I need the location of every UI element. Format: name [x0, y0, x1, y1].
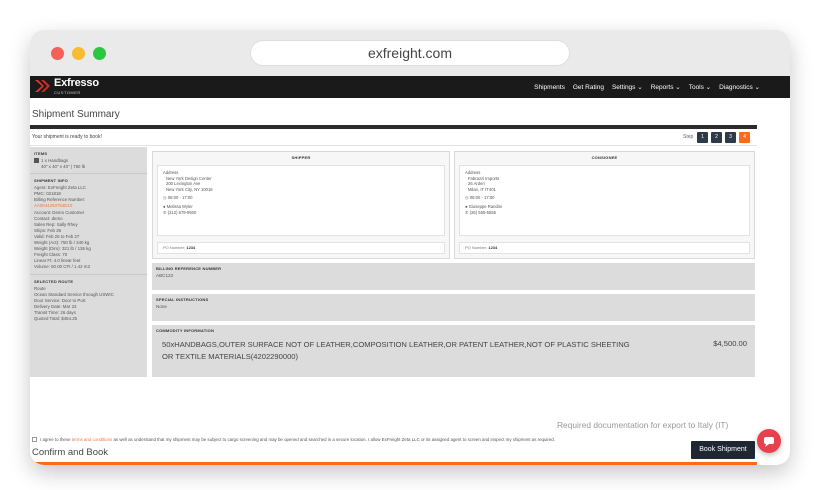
user-icon: ●	[465, 203, 468, 209]
url-bar[interactable]: exfreight.com	[250, 40, 570, 66]
confirm-and-book-title: Confirm and Book	[32, 447, 109, 458]
nav-get-rating[interactable]: Get Rating	[573, 84, 604, 91]
chat-button[interactable]	[757, 429, 781, 453]
brand-name: Exfresso	[54, 77, 99, 89]
billing-reference-value: ABC123	[156, 273, 174, 278]
selected-route-section: SELECTED ROUTE Route Ocean Standard Serv…	[30, 275, 147, 326]
nav-diagnostics[interactable]: Diagnostics ⌄	[719, 83, 760, 91]
nav-shipments[interactable]: Shipments	[534, 84, 565, 91]
confirm-divider	[30, 462, 757, 465]
items-section: ITEMS 1 x Handbags 40" x 40" x 40" | 750…	[30, 147, 147, 175]
shipper-card: SHIPPER Address New York Design Center 2…	[152, 151, 450, 259]
nav-menu: Shipments Get Rating Settings ⌄ Reports …	[534, 76, 760, 98]
book-shipment-button[interactable]: Book Shipment	[691, 441, 755, 459]
package-icon	[34, 158, 39, 164]
nav-reports[interactable]: Reports ⌄	[651, 83, 681, 91]
chat-icon	[764, 437, 774, 447]
browser-window: exfreight.com Exfresso CUSTOMER Shipment…	[30, 30, 790, 465]
billing-reference-section: BILLING REFERENCE NUMBER ABC123	[152, 263, 755, 290]
shipper-po-value: 1234	[186, 245, 196, 250]
step-1-button[interactable]: 1	[697, 132, 708, 143]
nav-tools[interactable]: Tools ⌄	[689, 83, 711, 91]
phone-icon: ✆	[465, 209, 469, 215]
step-label: Step	[683, 134, 694, 140]
shipper-phone: (212) 679-9500	[167, 209, 197, 215]
shipper-hours: 08:00 - 17:00	[167, 195, 193, 201]
info-volume: Volume: 50.00 CFt / 1.42 m3	[34, 264, 90, 270]
shipper-contact: Melissa Wyler	[166, 203, 193, 209]
clock-icon: ◷	[465, 195, 469, 201]
exfresso-logo-icon[interactable]	[34, 77, 56, 95]
browser-chrome: exfreight.com	[30, 30, 790, 76]
consignee-po-box: PO Number: 1234	[459, 242, 750, 254]
consignee-contact: Giuseppe Randini	[468, 203, 502, 209]
shipper-heading: SHIPPER	[291, 155, 311, 160]
page-title: Shipment Summary	[32, 109, 120, 120]
terms-prefix: I agree to these	[40, 437, 72, 442]
shipment-info-section: SHIPMENT INFO Agent: ExFreight Zeta LLC …	[30, 174, 147, 275]
special-instructions-section: SPECIAL INSTRUCTIONS None	[152, 294, 755, 321]
nav-settings[interactable]: Settings ⌄	[612, 83, 643, 91]
shipment-info-heading: SHIPMENT INFO	[34, 178, 68, 184]
close-window-icon[interactable]	[51, 47, 64, 60]
clock-icon: ◷	[163, 195, 167, 201]
step-4-button[interactable]: 4	[739, 132, 750, 143]
consignee-address-box: Address Fabrazzi Imports 26 Arden Milan,…	[459, 165, 750, 236]
phone-icon: ✆	[163, 209, 167, 215]
terms-checkbox[interactable]	[32, 437, 37, 443]
info-billing-ref-value[interactable]: AA0044253754D10	[34, 203, 72, 208]
terms-suffix: as well as understand that my shipment m…	[112, 437, 555, 442]
ready-row: Your shipment is ready to book! Step 1 2…	[30, 130, 757, 146]
special-instructions-heading: SPECIAL INSTRUCTIONS	[156, 297, 209, 302]
terms-link[interactable]: terms and conditions	[72, 437, 113, 442]
shipper-po-box: PO Number: 1234	[157, 242, 445, 254]
commodity-section: COMMODITY INFORMATION 50xHANDBAGS,OUTER …	[152, 325, 755, 377]
item-summary: 1 x Handbags	[41, 158, 69, 163]
billing-reference-heading: BILLING REFERENCE NUMBER	[156, 266, 222, 271]
shipper-po-label: PO Number:	[163, 245, 186, 250]
consignee-heading: CONSIGNEE	[591, 155, 618, 160]
step-3-button[interactable]: 3	[725, 132, 736, 143]
route-quoted-total: Quoted Total: $454.25	[34, 315, 78, 321]
required-documentation-link[interactable]: Required documentation for export to Ita…	[557, 420, 728, 430]
ready-message: Your shipment is ready to book!	[32, 134, 102, 140]
shipment-sidebar: ITEMS 1 x Handbags 40" x 40" x 40" | 750…	[30, 147, 147, 377]
user-icon: ●	[163, 203, 166, 209]
minimize-window-icon[interactable]	[72, 47, 85, 60]
brand-subtitle: CUSTOMER	[54, 90, 81, 95]
consignee-po-label: PO Number:	[465, 245, 488, 250]
consignee-card: CONSIGNEE Address Fabrazzi Imports 26 Ar…	[454, 151, 755, 259]
shipper-address-box: Address New York Design Center 200 Lexin…	[157, 165, 445, 236]
top-navbar: Exfresso CUSTOMER Shipments Get Rating S…	[30, 76, 790, 98]
commodity-description: 50xHANDBAGS,OUTER SURFACE NOT OF LEATHER…	[162, 340, 630, 361]
selected-route-heading: SELECTED ROUTE	[34, 278, 74, 284]
item-dimensions: 40" x 40" x 40" | 750 lb	[41, 164, 86, 170]
commodity-heading: COMMODITY INFORMATION	[156, 328, 215, 333]
special-instructions-value: None	[156, 304, 167, 309]
step-2-button[interactable]: 2	[711, 132, 722, 143]
consignee-po-value: 1234	[488, 245, 498, 250]
items-heading: ITEMS	[34, 151, 48, 156]
consignee-phone: (26) 555-5555	[469, 209, 496, 215]
title-divider	[30, 125, 757, 129]
page-content: Exfresso CUSTOMER Shipments Get Rating S…	[30, 76, 790, 465]
commodity-price: $4,500.00	[713, 339, 747, 348]
terms-agreement: I agree to these terms and conditions as…	[32, 436, 672, 443]
maximize-window-icon[interactable]	[93, 47, 106, 60]
consignee-hours: 08:00 - 17:00	[469, 195, 495, 201]
